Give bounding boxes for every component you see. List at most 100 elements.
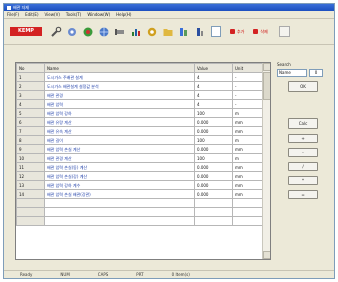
search-field-combo[interactable]: Name	[277, 69, 307, 77]
table-row[interactable]: 7 배관 유속 계산 0.000 mm	[16, 126, 265, 136]
vertical-scrollbar[interactable]	[262, 63, 270, 259]
table-row[interactable]: 11 배관 압력 손실(동) 계산 0.000 mm	[16, 162, 265, 172]
delete-button[interactable]: 삭제	[253, 29, 268, 35]
folder-icon[interactable]	[161, 25, 174, 38]
table-row[interactable]: 8 배관 길이 100 m	[16, 135, 265, 145]
scroll-down-arrow-icon[interactable]	[263, 251, 270, 259]
row-unit-cell[interactable]	[232, 216, 265, 226]
table-row[interactable]: 9 배관 압력 손실 계산 0.000 mm	[16, 144, 265, 154]
refresh-icon[interactable]	[81, 25, 94, 38]
row-number-cell[interactable]: 4	[16, 99, 45, 109]
menu-window[interactable]: Window(W)	[87, 12, 110, 18]
row-name-cell[interactable]: 배관 압력 손실 배관(강관)	[44, 189, 195, 199]
column-header-no[interactable]: No	[16, 63, 45, 73]
row-unit-cell[interactable]: m	[232, 153, 265, 163]
table-row[interactable]	[16, 207, 265, 217]
row-value-cell[interactable]	[194, 216, 233, 226]
row-name-cell[interactable]: 도시가스 배관설계 설정값 분석	[44, 81, 195, 91]
row-number-cell[interactable]: 3	[16, 90, 45, 100]
row-name-cell[interactable]: 배관 관경 계산	[44, 153, 195, 163]
row-name-cell[interactable]	[44, 216, 195, 226]
menu-help[interactable]: Help(H)	[116, 12, 131, 18]
row-value-cell[interactable]: 100	[194, 135, 233, 145]
table-row[interactable]: 4 배관 압력 4-	[16, 99, 265, 109]
row-unit-cell[interactable]: -	[232, 81, 265, 91]
menu-view[interactable]: View(V)	[45, 12, 60, 18]
row-number-cell[interactable]: 2	[16, 81, 45, 91]
row-unit-cell[interactable]: mm	[232, 117, 265, 127]
row-number-cell[interactable]: 10	[16, 153, 45, 163]
row-unit-cell[interactable]: mm	[232, 171, 265, 181]
row-value-cell[interactable]: 4	[194, 99, 233, 109]
search-spin[interactable]: 0	[309, 69, 323, 77]
scroll-up-arrow-icon[interactable]	[263, 63, 270, 71]
plus-button[interactable]: +	[288, 134, 318, 143]
table-row[interactable]: 1 도시가스 주배관 설계 4-	[16, 72, 265, 82]
row-name-cell[interactable]: 배관 압력 손실(동) 계산	[44, 162, 195, 172]
row-number-cell[interactable]	[16, 198, 45, 208]
scroll-thumb[interactable]	[263, 72, 270, 100]
ruler-icon[interactable]	[193, 25, 206, 38]
pipe-icon[interactable]	[113, 25, 126, 38]
table-row[interactable]	[16, 198, 265, 208]
blank-toolbar-button[interactable]	[278, 26, 290, 37]
table-row[interactable]: 12 배관 압력 손실(강) 계산 0.000 mm	[16, 171, 265, 181]
column-header-value[interactable]: Value	[194, 63, 233, 73]
row-number-cell[interactable]	[16, 207, 45, 217]
row-value-cell[interactable]	[194, 207, 233, 217]
row-unit-cell[interactable]: m	[232, 108, 265, 118]
search-ok-button[interactable]: OK	[288, 81, 318, 92]
row-name-cell[interactable]: 배관 압력 강하 계수	[44, 180, 195, 190]
row-number-cell[interactable]: 11	[16, 162, 45, 172]
row-number-cell[interactable]: 9	[16, 144, 45, 154]
add-button[interactable]: 추가	[230, 29, 244, 35]
row-number-cell[interactable]: 12	[16, 171, 45, 181]
row-value-cell[interactable]: 4	[194, 90, 233, 100]
row-name-cell[interactable]: 배관 유량 계산	[44, 117, 195, 127]
chart-icon[interactable]	[129, 25, 142, 38]
row-name-cell[interactable]: 배관 압력	[44, 99, 195, 109]
row-name-cell[interactable]	[44, 198, 195, 208]
row-value-cell[interactable]: 4	[194, 81, 233, 91]
row-unit-cell[interactable]: mm	[232, 189, 265, 199]
title-bar[interactable]: 배관 자재	[4, 4, 334, 11]
calc-button[interactable]: Calc	[288, 118, 318, 129]
gear-icon[interactable]	[65, 25, 78, 38]
column-header-unit[interactable]: Unit	[232, 63, 265, 73]
row-unit-cell[interactable]: -	[232, 90, 265, 100]
row-number-cell[interactable]: 14	[16, 189, 45, 199]
menu-edit[interactable]: Edit(E)	[25, 12, 38, 18]
row-number-cell[interactable]: 6	[16, 117, 45, 127]
row-number-cell[interactable]: 1	[16, 72, 45, 82]
row-number-cell[interactable]: 8	[16, 135, 45, 145]
row-unit-cell[interactable]: m	[232, 135, 265, 145]
row-number-cell[interactable]: 5	[16, 108, 45, 118]
row-value-cell[interactable]: 0.000	[194, 171, 233, 181]
row-value-cell[interactable]: 0.000	[194, 162, 233, 172]
row-value-cell[interactable]: 100	[194, 108, 233, 118]
table-row[interactable]: 13 배관 압력 강하 계수 0.000 mm	[16, 180, 265, 190]
table-row[interactable]: 14 배관 압력 손실 배관(강관) 0.000 mm	[16, 189, 265, 199]
row-number-cell[interactable]	[16, 216, 45, 226]
table-row[interactable]: 6 배관 유량 계산 0.000 mm	[16, 117, 265, 127]
globe-icon[interactable]	[97, 25, 110, 38]
row-number-cell[interactable]: 7	[16, 126, 45, 136]
layers-icon[interactable]	[177, 25, 190, 38]
table-row[interactable]: 3 배관 관경 4-	[16, 90, 265, 100]
divide-button[interactable]: /	[288, 162, 318, 171]
row-value-cell[interactable]: 0.000	[194, 117, 233, 127]
menu-tools[interactable]: Tools(T)	[66, 12, 81, 18]
menu-file[interactable]: File(F)	[7, 12, 19, 18]
row-value-cell[interactable]: 100	[194, 153, 233, 163]
row-value-cell[interactable]: 0.000	[194, 144, 233, 154]
equals-button[interactable]: =	[288, 190, 318, 199]
column-header-name[interactable]: Name	[44, 63, 195, 73]
multiply-button[interactable]: *	[288, 176, 318, 185]
row-name-cell[interactable]: 배관 길이	[44, 135, 195, 145]
row-unit-cell[interactable]: -	[232, 72, 265, 82]
table-row[interactable]	[16, 216, 265, 226]
row-name-cell[interactable]: 배관 관경	[44, 90, 195, 100]
row-name-cell[interactable]: 배관 압력 손실(강) 계산	[44, 171, 195, 181]
row-value-cell[interactable]: 0.000	[194, 180, 233, 190]
row-name-cell[interactable]	[44, 207, 195, 217]
